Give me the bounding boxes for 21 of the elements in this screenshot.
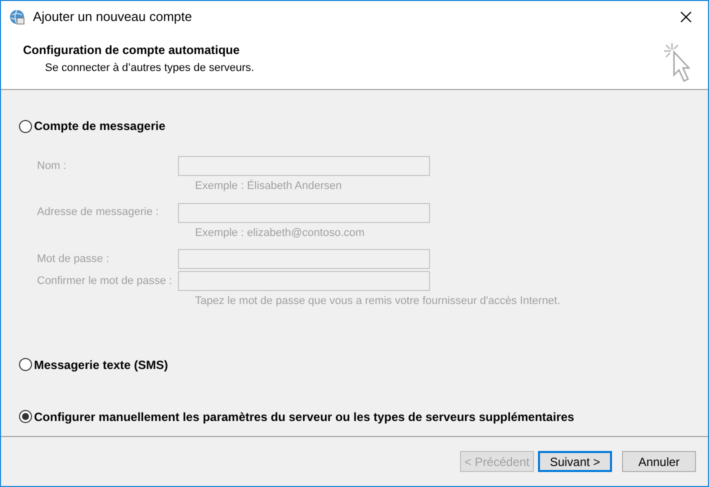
cursor-click-icon [662, 41, 690, 85]
field-hint: Tapez le mot de passe que vous a remis votre fournisseur d'accès Internet. [194, 294, 562, 309]
field-hint: Exemple : elizabeth@contoso.com [194, 226, 366, 240]
field-label: Mot de passe : [37, 252, 110, 267]
header-subtitle: Se connecter à d’autres types de serveurs. [44, 61, 254, 76]
field-label: Nom : [37, 158, 68, 174]
dialog-button[interactable]: Suivant > [538, 451, 612, 472]
globe-envelope-icon [9, 9, 25, 25]
radio-button[interactable] [19, 120, 32, 132]
header-title: Configuration de compte automatique [23, 42, 241, 59]
option-label[interactable]: Messagerie texte (SMS) [34, 356, 168, 374]
close-icon[interactable] [680, 11, 692, 23]
field-hint: Exemple : Élisabeth Andersen [194, 178, 343, 194]
dialog-button[interactable]: Annuler [622, 451, 696, 472]
field-label: Adresse de messagerie : [37, 205, 160, 220]
option-label[interactable]: Compte de messagerie [34, 117, 166, 135]
option-label[interactable]: Configurer manuellement les paramètres du serveur ou les types de serveurs supplémentaires [34, 408, 574, 426]
radio-button[interactable] [19, 358, 32, 371]
radio-button[interactable] [19, 410, 32, 423]
field-label: Confirmer le mot de passe : [37, 274, 174, 289]
window-title: Ajouter un nouveau compte [33, 8, 193, 26]
